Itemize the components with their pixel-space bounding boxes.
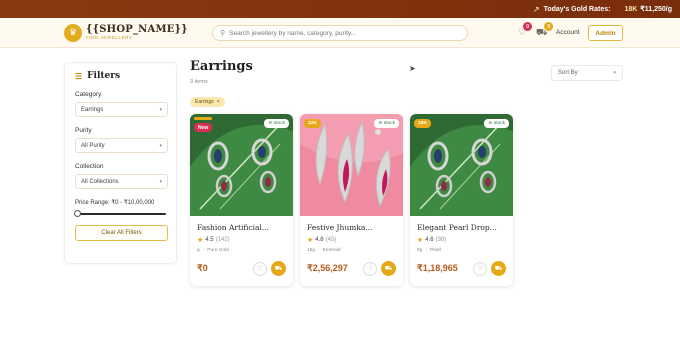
purity-accent — [194, 117, 212, 120]
purity-label: Purity — [75, 127, 92, 134]
trending-up-icon: ↗ — [532, 4, 540, 14]
admin-button[interactable]: Admin — [588, 25, 623, 41]
search-icon: ⚲ — [220, 30, 226, 37]
cart-icon: ⛟ — [494, 265, 503, 272]
category-label: Category — [75, 91, 102, 98]
add-to-cart-button[interactable]: ⛟ — [381, 261, 396, 276]
site-header: ♛ {{SHOP_NAME}} FINE JEWELLERY ⚲ ♡ 0 ⛟ 0… — [0, 18, 680, 48]
chevron-down-icon: ▾ — [159, 178, 162, 185]
add-to-cart-button[interactable]: ⛟ — [271, 261, 286, 276]
product-price: ₹0 — [197, 263, 208, 273]
product-name[interactable]: Fashion Artificial... — [197, 223, 286, 232]
active-filter-chip[interactable]: Earrings × — [190, 97, 225, 107]
sort-select[interactable]: Sort By ▾ — [551, 65, 623, 81]
heart-icon: ♡ — [477, 266, 483, 272]
product-card[interactable]: 18K In stock Elegant Pearl Drop... ★ 4.6… — [410, 114, 513, 286]
purity-select[interactable]: All Purity ▾ — [75, 138, 168, 153]
brand[interactable]: {{SHOP_NAME}} FINE JEWELLERY — [86, 23, 188, 41]
star-icon: ★ — [417, 237, 424, 244]
product-name[interactable]: Elegant Pearl Drop... — [417, 223, 506, 232]
wishlist-button[interactable]: ♡ 0 — [518, 22, 533, 38]
product-price: ₹2,56,297 — [307, 263, 348, 273]
gold-rate-value: 18K ₹11,250/g — [624, 6, 672, 13]
product-image[interactable]: 18K In stock — [410, 114, 513, 216]
product-image[interactable]: New In stock — [190, 114, 293, 216]
price-range-label: Price Range: ₹0 - ₹10,00,000 — [75, 200, 155, 206]
wishlist-heart-button[interactable]: ♡ — [253, 261, 267, 276]
wishlist-heart-button[interactable]: ♡ — [363, 261, 377, 276]
cart-icon: ⛟ — [274, 265, 283, 272]
account-link[interactable]: Account — [556, 29, 580, 36]
page-title: Earrings — [190, 59, 253, 74]
mouse-cursor-icon: ➤ — [409, 64, 416, 73]
star-icon: ★ — [307, 237, 314, 244]
gold-rate-bar: ↗ Today's Gold Rates: 18K ₹11,250/g — [0, 0, 680, 18]
items-count: 3 items — [190, 79, 208, 85]
product-name[interactable]: Festive Jhumka... — [307, 223, 396, 232]
purity-badge: 18K — [414, 119, 431, 128]
close-icon[interactable]: × — [217, 99, 220, 105]
product-rating: ★ 4.8 (45) — [307, 237, 337, 244]
search-input[interactable] — [229, 29, 450, 37]
cart-count-badge: 0 — [544, 22, 554, 31]
slider-thumb[interactable] — [74, 210, 81, 217]
product-meta: 8g · Pearl — [417, 248, 442, 253]
filter-sliders-icon: ☰ — [75, 71, 83, 81]
product-image[interactable]: 22K In stock — [300, 114, 403, 216]
product-rating: ★ 4.6 (38) — [417, 237, 447, 244]
filters-title: ☰ Filters — [75, 71, 121, 81]
clear-filters-button[interactable]: Clear All Filters — [75, 225, 168, 241]
chevron-down-icon: ▾ — [159, 142, 162, 149]
add-to-cart-button[interactable]: ⛟ — [491, 261, 506, 276]
cart-icon: ⛟ — [384, 265, 393, 272]
brand-subtitle: FINE JEWELLERY — [86, 34, 133, 40]
heart-icon: ♡ — [257, 266, 263, 272]
product-card[interactable]: New In stock Fashion Artificial... ★ 4.5… — [190, 114, 293, 286]
filters-panel: ☰ Filters Category Earrings ▾ Purity All … — [64, 62, 177, 264]
chevron-down-icon: ▾ — [613, 70, 616, 76]
collection-label: Collection — [75, 163, 104, 170]
product-rating: ★ 4.5 (142) — [197, 237, 230, 244]
gold-rate-label: Today's Gold Rates: — [543, 5, 611, 13]
product-meta: 15g · Emerald — [307, 248, 341, 253]
chevron-down-icon: ▾ — [159, 106, 162, 113]
brand-name: {{SHOP_NAME}} — [86, 23, 188, 35]
stock-badge: In stock — [484, 119, 509, 128]
wishlist-count-badge: 0 — [523, 22, 533, 31]
price-range-slider[interactable] — [74, 210, 166, 217]
new-badge: New — [194, 123, 213, 132]
crown-logo-icon[interactable]: ♛ — [64, 23, 82, 42]
stock-badge: In stock — [374, 119, 399, 128]
star-icon: ★ — [197, 237, 204, 244]
stock-badge: In stock — [264, 119, 289, 128]
heart-icon: ♡ — [367, 266, 373, 272]
product-card[interactable]: 22K In stock Festive Jhumka... ★ 4.8 (45)… — [300, 114, 403, 286]
cart-button[interactable]: ⛟ 0 — [536, 22, 554, 39]
category-select[interactable]: Earrings ▾ — [75, 102, 168, 117]
wishlist-heart-button[interactable]: ♡ — [473, 261, 487, 276]
product-meta: g · Pure Gold — [197, 248, 229, 253]
collection-select[interactable]: All Collections ▾ — [75, 174, 168, 189]
slider-track — [75, 213, 166, 215]
purity-badge: 22K — [304, 119, 321, 128]
search-bar[interactable]: ⚲ — [212, 25, 468, 41]
product-price: ₹1,18,965 — [417, 263, 458, 273]
